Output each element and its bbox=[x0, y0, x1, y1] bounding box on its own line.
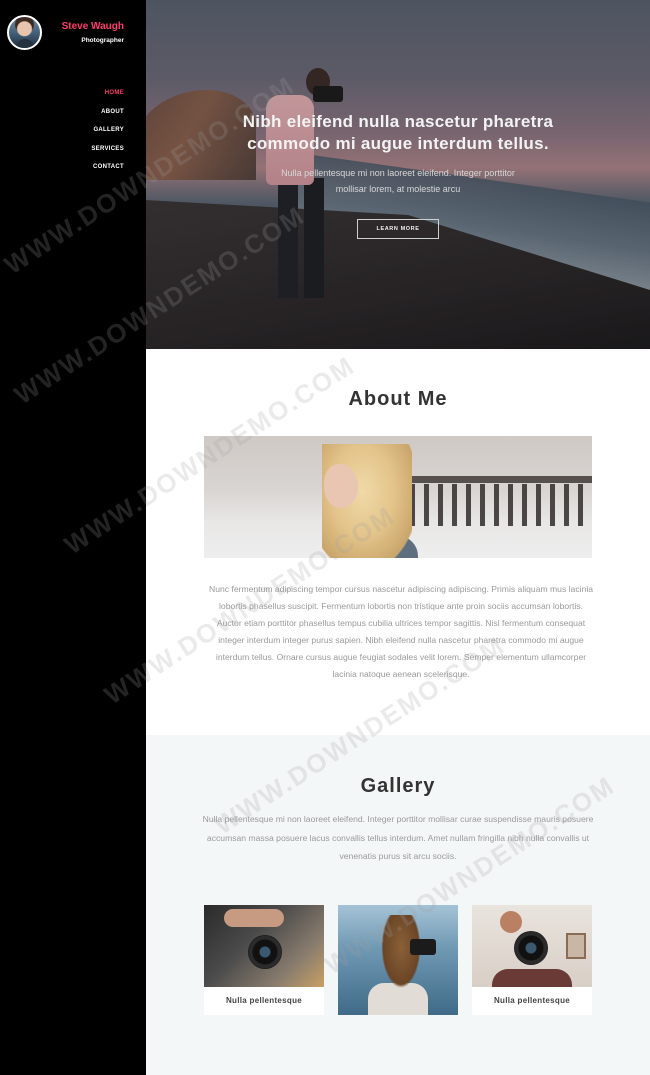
head-image bbox=[500, 911, 522, 933]
hero-subtitle: Nulla pellentesque mi non laoreet eleife… bbox=[281, 168, 515, 194]
hair-image bbox=[378, 915, 424, 995]
learn-more-button[interactable]: LEARN MORE bbox=[357, 219, 439, 239]
gallery-title: Gallery bbox=[360, 775, 436, 797]
hero-section: Nibh eleifend nulla nascetur pharetra co… bbox=[146, 0, 650, 349]
about-section: About Me Nunc fermentum adipiscing tempo… bbox=[146, 349, 650, 735]
main-nav: HOME ABOUT GALLERY SERVICES CONTACT bbox=[91, 88, 124, 181]
nav-item-about[interactable]: ABOUT bbox=[91, 107, 124, 126]
camera-lens-icon bbox=[514, 931, 548, 965]
nav-item-services[interactable]: SERVICES bbox=[91, 144, 124, 163]
gallery-image-3[interactable] bbox=[472, 905, 592, 987]
pier-image bbox=[396, 466, 592, 526]
gallery-caption-3: Nulla pellentesque bbox=[493, 996, 571, 1005]
nav-item-home[interactable]: HOME bbox=[91, 88, 124, 107]
gallery-image-2[interactable] bbox=[338, 905, 458, 1015]
gallery-caption-1: Nulla pellentesque bbox=[225, 996, 303, 1005]
profile: Steve Waugh Photographer bbox=[7, 15, 142, 53]
sidebar: Steve Waugh Photographer HOME ABOUT GALL… bbox=[0, 0, 146, 1075]
gallery-card-3[interactable]: Nulla pellentesque bbox=[472, 905, 592, 1015]
gallery-card-1[interactable]: Nulla pellentesque bbox=[204, 905, 324, 1015]
gallery-image-1[interactable] bbox=[204, 905, 324, 987]
avatar[interactable] bbox=[7, 15, 42, 50]
profile-role: Photographer bbox=[81, 37, 124, 44]
hand-image bbox=[224, 909, 284, 927]
hero-title: Nibh eleifend nulla nascetur pharetra co… bbox=[242, 112, 554, 153]
nav-item-gallery[interactable]: GALLERY bbox=[91, 125, 124, 144]
about-photo bbox=[204, 436, 592, 558]
about-text: Nunc fermentum adipiscing tempor cursus … bbox=[208, 584, 594, 679]
camera-icon bbox=[410, 939, 436, 955]
camera-lens-icon bbox=[248, 935, 282, 969]
profile-name: Steve Waugh bbox=[61, 21, 124, 32]
shirt-image bbox=[492, 969, 572, 987]
picture-frame-image bbox=[566, 933, 586, 959]
nav-item-contact[interactable]: CONTACT bbox=[91, 162, 124, 181]
gallery-section: Gallery Nulla pellentesque mi non laoree… bbox=[146, 735, 650, 1075]
gallery-card-2[interactable] bbox=[338, 905, 458, 1015]
gallery-text: Nulla pellentesque mi non laoreet eleife… bbox=[202, 814, 594, 861]
about-title: About Me bbox=[348, 388, 448, 410]
woman-face bbox=[324, 464, 358, 508]
